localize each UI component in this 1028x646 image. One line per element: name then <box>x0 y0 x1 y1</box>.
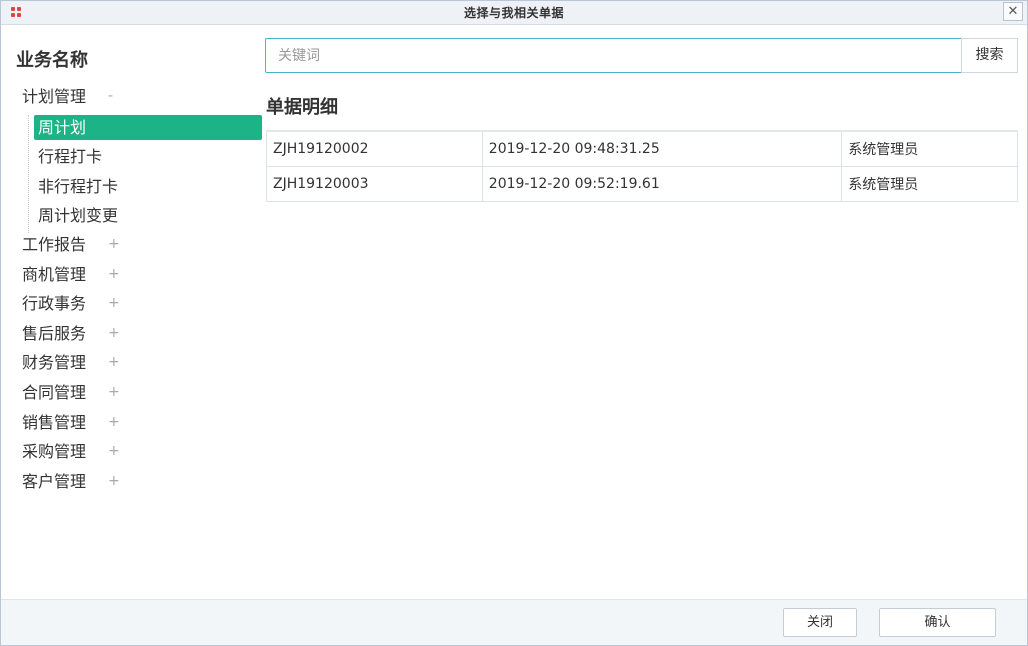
tree-group-label: 合同管理 <box>22 382 87 402</box>
doc-owner-cell: 系统管理员 <box>841 165 1018 202</box>
tree-item-label: 周计划 <box>34 114 262 140</box>
tree-group-label: 行政事务 <box>22 294 87 314</box>
tree-item-weekly-plan-change[interactable]: 周计划变更 <box>29 203 263 233</box>
detail-title: 单据明细 <box>266 97 338 118</box>
tree-group-label: 客户管理 <box>22 471 87 491</box>
tree-group-label: 工作报告 <box>22 234 87 254</box>
tree-group-purchase[interactable]: 采购管理 + <box>1 440 263 470</box>
dialog-window: 选择与我相关单据 ✕ 业务名称 计划管理 - 周计划 行程打卡 非行程打卡 周计… <box>0 0 1028 646</box>
tree-item-trip-checkin[interactable]: 行程打卡 <box>29 144 263 174</box>
table-row[interactable]: ZJH19120003 2019-12-20 09:52:19.61 系统管理员 <box>266 165 1018 202</box>
tree-group-customer[interactable]: 客户管理 + <box>1 470 263 500</box>
expand-toggle-icon[interactable]: + <box>108 291 120 315</box>
close-button[interactable]: 关闭 <box>783 608 857 637</box>
doc-time-cell: 2019-12-20 09:52:19.61 <box>481 165 843 202</box>
business-tree: 计划管理 - 周计划 行程打卡 非行程打卡 周计划变更 工作报告 + 商机管理 … <box>1 85 263 499</box>
tree-group-label: 销售管理 <box>22 412 87 432</box>
doc-time-cell: 2019-12-20 09:48:31.25 <box>481 130 843 167</box>
tree-group-after-sales[interactable]: 售后服务 + <box>1 322 263 352</box>
confirm-button[interactable]: 确认 <box>879 608 996 637</box>
expand-toggle-icon[interactable]: + <box>108 469 120 493</box>
tree-group-opportunity[interactable]: 商机管理 + <box>1 263 263 293</box>
tree-group-label: 商机管理 <box>22 264 87 284</box>
search-button[interactable]: 搜索 <box>961 38 1018 73</box>
search-input[interactable] <box>265 38 962 73</box>
table-row[interactable]: ZJH19120002 2019-12-20 09:48:31.25 系统管理员 <box>266 130 1018 167</box>
tree-children-plan: 周计划 行程打卡 非行程打卡 周计划变更 <box>28 114 263 233</box>
tree-item-nontrip-checkin[interactable]: 非行程打卡 <box>29 174 263 204</box>
expand-toggle-icon[interactable]: + <box>108 439 120 463</box>
sidebar-title: 业务名称 <box>16 50 88 71</box>
expand-toggle-icon[interactable]: + <box>108 321 120 345</box>
title-bar: 选择与我相关单据 ✕ <box>1 1 1027 25</box>
expand-toggle-icon[interactable]: + <box>108 350 120 374</box>
tree-group-work-report[interactable]: 工作报告 + <box>1 233 263 263</box>
tree-group-sales[interactable]: 销售管理 + <box>1 411 263 441</box>
tree-group-label: 计划管理 <box>22 87 87 106</box>
expand-toggle-icon[interactable]: + <box>108 262 120 286</box>
window-title: 选择与我相关单据 <box>463 6 564 20</box>
close-icon[interactable]: ✕ <box>1003 2 1023 21</box>
tree-group-plan[interactable]: 计划管理 - <box>1 85 263 115</box>
tree-group-label: 财务管理 <box>22 353 87 373</box>
dialog-footer: 关闭 确认 <box>1 599 1027 645</box>
collapse-toggle-icon[interactable]: - <box>108 84 113 108</box>
tree-item-label: 非行程打卡 <box>38 176 119 196</box>
doc-number-cell: ZJH19120002 <box>266 130 483 167</box>
expand-toggle-icon[interactable]: + <box>108 232 120 256</box>
doc-owner-cell: 系统管理员 <box>841 130 1018 167</box>
tree-group-label: 售后服务 <box>22 323 87 343</box>
tree-group-contract[interactable]: 合同管理 + <box>1 381 263 411</box>
tree-group-finance[interactable]: 财务管理 + <box>1 351 263 381</box>
expand-toggle-icon[interactable]: + <box>108 410 120 434</box>
detail-table: ZJH19120002 2019-12-20 09:48:31.25 系统管理员… <box>266 130 1018 202</box>
doc-number-cell: ZJH19120003 <box>266 165 483 202</box>
tree-item-label: 周计划变更 <box>38 206 119 226</box>
tree-item-label: 行程打卡 <box>38 147 103 167</box>
tree-group-admin[interactable]: 行政事务 + <box>1 292 263 322</box>
tree-item-weekly-plan[interactable]: 周计划 <box>29 114 263 145</box>
tree-group-label: 采购管理 <box>22 442 87 462</box>
expand-toggle-icon[interactable]: + <box>108 380 120 404</box>
